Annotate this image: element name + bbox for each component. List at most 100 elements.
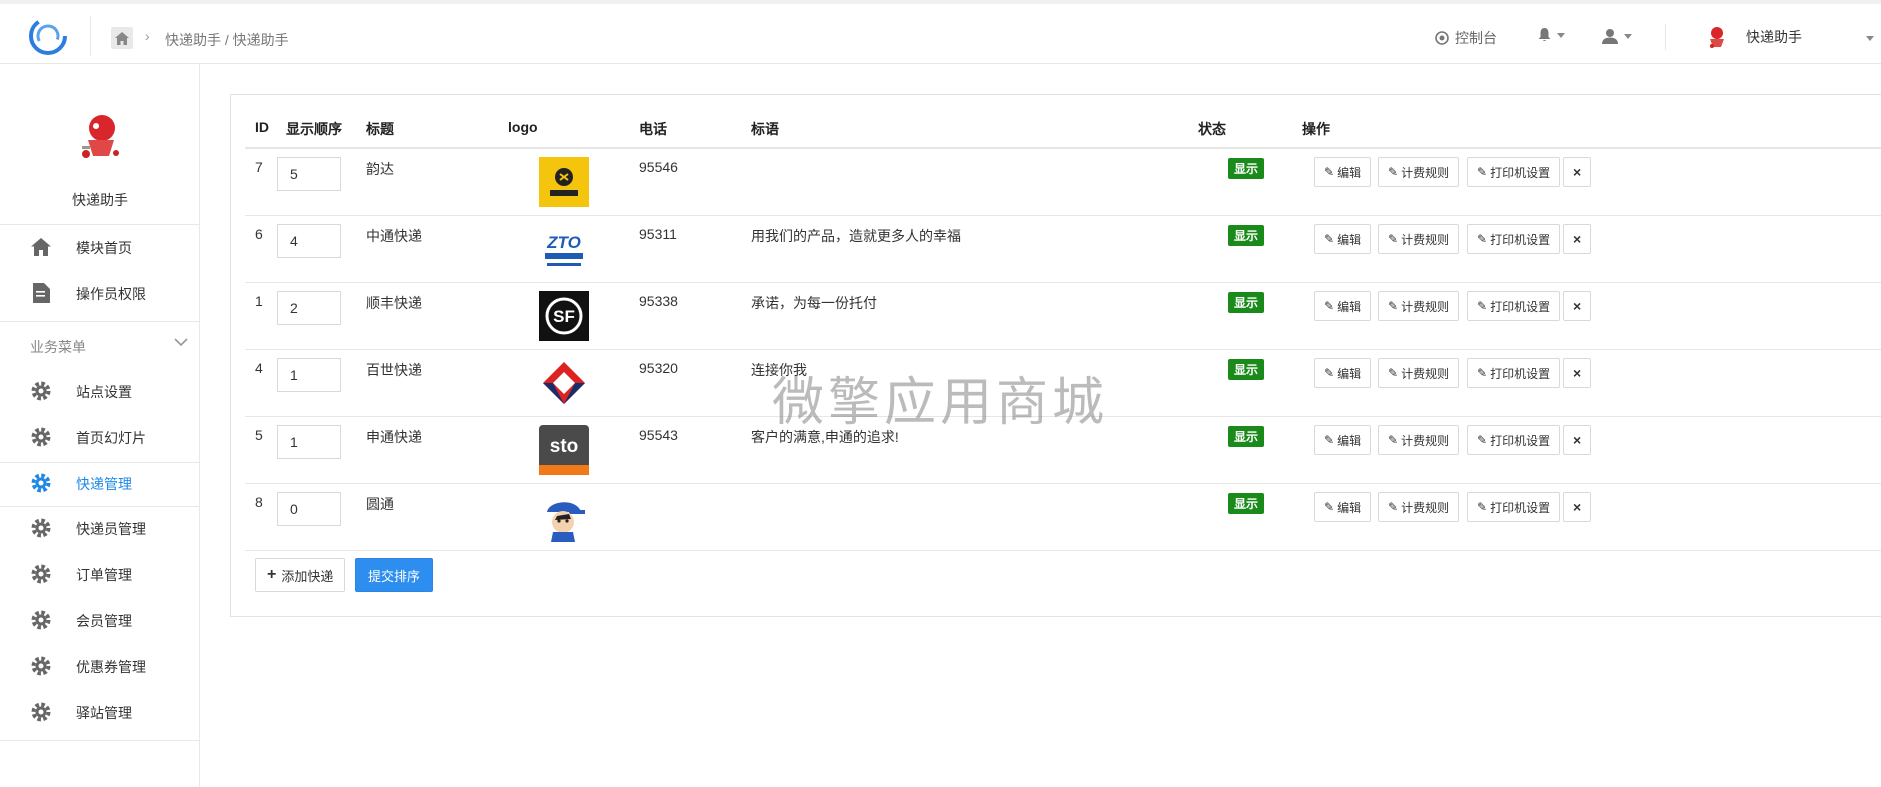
row-id: 5	[255, 427, 263, 443]
gear-icon	[30, 563, 52, 585]
delete-button[interactable]: ×	[1563, 291, 1592, 321]
edit-button[interactable]: ✎ 编辑	[1314, 425, 1372, 455]
app-logo[interactable]	[26, 14, 70, 58]
sidebar-item-label: 驿站管理	[76, 705, 132, 721]
printer-settings-button[interactable]: ✎ 打印机设置	[1467, 291, 1561, 321]
display-order-input[interactable]	[277, 358, 341, 392]
plus-icon: +	[267, 566, 277, 583]
console-label: 控制台	[1455, 30, 1497, 46]
edit-button[interactable]: ✎ 编辑	[1314, 358, 1372, 388]
display-order-input[interactable]	[277, 224, 341, 258]
top-divider	[90, 16, 91, 56]
table-row: 6 中通快递 ZTO 95311 用我们的产品，造就更多人的幸福 显示 ✎编辑 …	[245, 216, 1881, 283]
notifications-button[interactable]	[1538, 28, 1565, 42]
module-avatar	[1710, 27, 1724, 48]
display-order-input[interactable]	[277, 425, 341, 459]
fee-rules-button[interactable]: ✎ 计费规则	[1378, 492, 1460, 522]
home-icon[interactable]	[111, 27, 133, 49]
row-title: 中通快递	[366, 228, 422, 244]
top-divider	[1665, 24, 1666, 50]
row-phone: 95546	[639, 159, 678, 175]
delete-button[interactable]: ×	[1563, 358, 1592, 388]
chevron-down-icon[interactable]	[1866, 36, 1874, 41]
delete-button[interactable]: ×	[1563, 224, 1592, 254]
add-express-button[interactable]: + 添加快递	[255, 558, 346, 592]
row-slogan: 承诺，为每一份托付	[751, 295, 877, 311]
fee-rules-button[interactable]: ✎ 计费规则	[1378, 157, 1460, 187]
sidebar-item-label: 操作员权限	[76, 286, 146, 302]
row-phone: 95338	[639, 293, 678, 309]
module-switcher[interactable]: 快递助手	[1706, 25, 1802, 49]
document-icon	[30, 282, 52, 304]
column-header-actions: 操作	[1302, 121, 1330, 137]
chevron-down-icon	[1624, 33, 1632, 39]
status-badge[interactable]: 显示	[1228, 225, 1265, 246]
sidebar-item-member-management[interactable]: 会员管理	[0, 599, 200, 639]
module-avatar	[82, 115, 119, 158]
sidebar-item-station-management[interactable]: 驿站管理	[0, 691, 200, 731]
table-row: 7 韵达 95546 显示 ✎编辑 ✎计费规则 ✎打印机设置 ×	[245, 149, 1881, 216]
sidebar-item-express-management[interactable]: 快递管理	[0, 462, 200, 502]
printer-settings-button[interactable]: ✎ 打印机设置	[1467, 492, 1561, 522]
status-badge[interactable]: 显示	[1228, 493, 1265, 514]
row-title: 韵达	[366, 161, 394, 177]
edit-icon: ✎	[1477, 500, 1488, 514]
breadcrumb[interactable]: 快递助手 / 快递助手	[165, 30, 289, 50]
chevron-down-icon[interactable]	[174, 334, 188, 350]
edit-button[interactable]: ✎ 编辑	[1314, 157, 1372, 187]
column-header-slogan: 标语	[751, 121, 779, 137]
edit-icon: ✎	[1388, 299, 1399, 313]
sidebar-item-label: 会员管理	[76, 613, 132, 629]
bell-icon	[1538, 28, 1551, 41]
sto-logo: sto	[539, 425, 589, 475]
column-header-status: 状态	[1198, 121, 1226, 137]
printer-settings-button[interactable]: ✎ 打印机设置	[1467, 425, 1561, 455]
status-badge[interactable]: 显示	[1228, 426, 1265, 447]
row-id: 1	[255, 293, 263, 309]
column-header-logo: logo	[508, 119, 538, 135]
user-menu-button[interactable]	[1602, 28, 1632, 44]
fee-rules-button[interactable]: ✎ 计费规则	[1378, 224, 1460, 254]
delete-button[interactable]: ×	[1563, 157, 1592, 187]
printer-settings-button[interactable]: ✎ 打印机设置	[1467, 224, 1561, 254]
edit-button[interactable]: ✎ 编辑	[1314, 224, 1372, 254]
printer-settings-button[interactable]: ✎ 打印机设置	[1467, 358, 1561, 388]
row-id: 6	[255, 226, 263, 242]
submit-sort-button[interactable]: 提交排序	[355, 558, 434, 592]
sidebar-item-home-slides[interactable]: 首页幻灯片	[0, 416, 200, 456]
sidebar-item-coupon-management[interactable]: 优惠券管理	[0, 645, 200, 685]
divider	[0, 224, 200, 225]
edit-button[interactable]: ✎ 编辑	[1314, 291, 1372, 321]
fee-rules-button[interactable]: ✎ 计费规则	[1378, 291, 1460, 321]
status-badge[interactable]: 显示	[1228, 359, 1265, 380]
svg-text:ZTO: ZTO	[546, 233, 581, 252]
console-link[interactable]: 控制台	[1435, 28, 1497, 48]
edit-button[interactable]: ✎ 编辑	[1314, 492, 1372, 522]
delete-button[interactable]: ×	[1563, 492, 1592, 522]
sidebar-item-module-home[interactable]: 模块首页	[0, 226, 200, 266]
gear-icon	[30, 426, 52, 448]
status-badge[interactable]: 显示	[1228, 158, 1265, 179]
sidebar-item-label: 快递管理	[76, 476, 132, 492]
display-order-input[interactable]	[277, 492, 341, 526]
row-title: 百世快递	[366, 362, 422, 378]
row-title: 圆通	[366, 496, 394, 512]
delete-button[interactable]: ×	[1563, 425, 1592, 455]
sidebar-item-operator-permissions[interactable]: 操作员权限	[0, 272, 200, 312]
printer-settings-button[interactable]: ✎ 打印机设置	[1467, 157, 1561, 187]
display-order-input[interactable]	[277, 291, 341, 325]
yunda-logo	[539, 157, 589, 207]
table-header: ID 显示顺序 标题 logo 电话 标语 状态 操作	[231, 95, 1881, 149]
divider	[0, 740, 200, 741]
row-id: 8	[255, 494, 263, 510]
sidebar-item-courier-management[interactable]: 快递员管理	[0, 507, 200, 547]
fee-rules-button[interactable]: ✎ 计费规则	[1378, 358, 1460, 388]
sidebar-item-site-settings[interactable]: 站点设置	[0, 370, 200, 410]
sidebar-item-order-management[interactable]: 订单管理	[0, 553, 200, 593]
row-title: 申通快递	[366, 429, 422, 445]
display-order-input[interactable]	[277, 157, 341, 191]
column-header-id: ID	[255, 119, 269, 135]
fee-rules-button[interactable]: ✎ 计费规则	[1378, 425, 1460, 455]
sidebar-item-label: 模块首页	[76, 240, 132, 256]
status-badge[interactable]: 显示	[1228, 292, 1265, 313]
